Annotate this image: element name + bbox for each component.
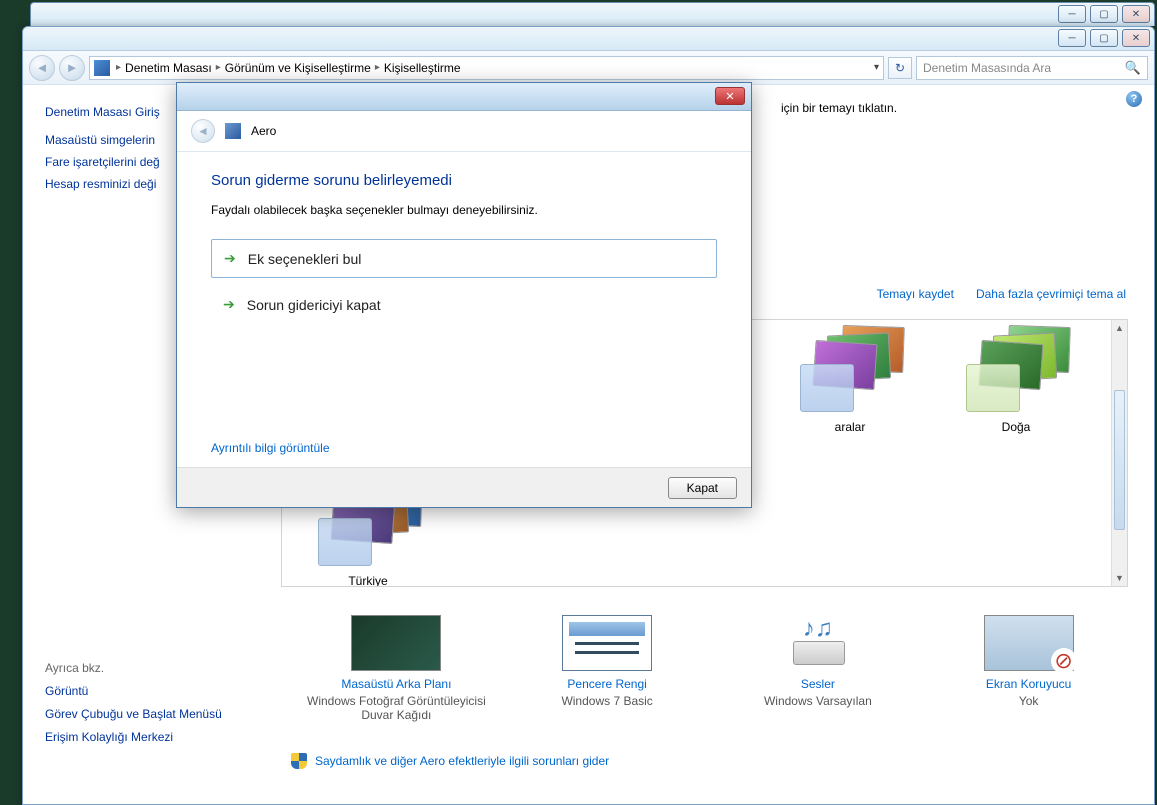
help-icon[interactable]: ? xyxy=(1126,91,1142,107)
screensaver-icon xyxy=(984,615,1074,671)
aero-troubleshooter-dialog: ✕ ◄ Aero Sorun giderme sorunu belirleyem… xyxy=(176,82,752,508)
theme-item-aralar[interactable]: aralar xyxy=(788,326,912,434)
more-themes-online-link[interactable]: Daha fazla çevrimiçi tema al xyxy=(976,287,1126,301)
search-placeholder: Denetim Masasında Ara xyxy=(923,61,1051,75)
theme-item-doga[interactable]: Doğa xyxy=(954,326,1078,434)
close-button[interactable]: ✕ xyxy=(1122,29,1150,47)
dialog-back-button[interactable]: ◄ xyxy=(191,119,215,143)
scroll-down-icon[interactable]: ▼ xyxy=(1112,570,1127,586)
window-color-icon xyxy=(562,615,652,671)
theme-thumbnail-icon xyxy=(962,326,1070,412)
close-troubleshooter-button[interactable]: ➔ Sorun gidericiyi kapat xyxy=(211,286,717,323)
breadcrumb[interactable]: ▸ Denetim Masası ▸ Görünüm ve Kişiselleş… xyxy=(89,56,884,80)
breadcrumb-seg-1[interactable]: Denetim Masası xyxy=(121,61,216,75)
tile-sub: Windows Fotoğraf Görüntüleyicisi Duvar K… xyxy=(291,694,501,722)
aero-app-icon xyxy=(225,123,241,139)
back-button[interactable]: ◄ xyxy=(29,55,55,81)
option-label: Ek seçenekleri bul xyxy=(248,251,362,267)
tile-link[interactable]: Pencere Rengi xyxy=(502,677,712,691)
find-additional-options-button[interactable]: ➔ Ek seçenekleri bul xyxy=(211,239,717,278)
chevron-down-icon[interactable]: ▾ xyxy=(874,62,879,73)
view-detailed-info-link[interactable]: Ayrıntılı bilgi görüntüle xyxy=(211,441,330,455)
tile-sub: Windows 7 Basic xyxy=(502,694,712,708)
shield-icon xyxy=(291,753,307,769)
forward-button[interactable]: ► xyxy=(59,55,85,81)
desktop-background-icon xyxy=(351,615,441,671)
window-titlebar[interactable]: ─ ▢ ✕ xyxy=(23,27,1154,51)
theme-label: Türkiye xyxy=(306,574,430,587)
breadcrumb-seg-3[interactable]: Kişiselleştirme xyxy=(380,61,465,75)
breadcrumb-seg-2[interactable]: Görünüm ve Kişiselleştirme xyxy=(221,61,375,75)
instruction-text: için bir temayı tıklatın. xyxy=(781,101,897,115)
dialog-close-button[interactable]: ✕ xyxy=(715,87,745,105)
arrow-right-icon: ➔ xyxy=(224,250,236,267)
desktop-background-tile[interactable]: Masaüstü Arka Planı Windows Fotoğraf Gör… xyxy=(291,615,501,722)
see-also-link[interactable]: Görev Çubuğu ve Başlat Menüsü xyxy=(45,707,241,721)
maximize-button[interactable]: ▢ xyxy=(1090,29,1118,47)
tile-link[interactable]: Sesler xyxy=(713,677,923,691)
dialog-heading: Sorun giderme sorunu belirleyemedi xyxy=(211,172,717,189)
dialog-subtext: Faydalı olabilecek başka seçenekler bulm… xyxy=(211,203,717,217)
see-also-link[interactable]: Görüntü xyxy=(45,684,241,698)
search-icon: 🔍 xyxy=(1125,60,1141,76)
dialog-app-name: Aero xyxy=(251,124,276,138)
navigation-bar: ◄ ► ▸ Denetim Masası ▸ Görünüm ve Kişise… xyxy=(23,51,1154,85)
control-panel-icon xyxy=(94,60,110,76)
aero-troubleshoot-link[interactable]: Saydamlık ve diğer Aero efektleriyle ilg… xyxy=(291,753,609,769)
bg-close-button[interactable]: ✕ xyxy=(1122,5,1150,23)
sounds-tile[interactable]: Sesler Windows Varsayılan xyxy=(713,615,923,722)
theme-label: Doğa xyxy=(954,420,1078,434)
bg-maximize-button[interactable]: ▢ xyxy=(1090,5,1118,23)
bg-minimize-button[interactable]: ─ xyxy=(1058,5,1086,23)
minimize-button[interactable]: ─ xyxy=(1058,29,1086,47)
close-dialog-button[interactable]: Kapat xyxy=(668,477,737,499)
scrollbar-thumb[interactable] xyxy=(1114,390,1125,530)
tile-sub: Yok xyxy=(924,694,1134,708)
screensaver-tile[interactable]: Ekran Koruyucu Yok xyxy=(924,615,1134,722)
background-window: ─ ▢ ✕ xyxy=(30,2,1155,26)
tile-link[interactable]: Ekran Koruyucu xyxy=(924,677,1134,691)
save-theme-link[interactable]: Temayı kaydet xyxy=(877,287,954,301)
tile-link[interactable]: Masaüstü Arka Planı xyxy=(291,677,501,691)
aero-troubleshoot-label: Saydamlık ve diğer Aero efektleriyle ilg… xyxy=(315,754,609,768)
theme-label: aralar xyxy=(788,420,912,434)
dialog-footer: Kapat xyxy=(177,467,751,507)
tile-sub: Windows Varsayılan xyxy=(713,694,923,708)
sounds-icon xyxy=(773,615,863,671)
scrollbar[interactable]: ▲ ▼ xyxy=(1111,320,1127,586)
option-label: Sorun gidericiyi kapat xyxy=(247,297,381,313)
arrow-right-icon: ➔ xyxy=(223,296,235,313)
window-color-tile[interactable]: Pencere Rengi Windows 7 Basic xyxy=(502,615,712,722)
dialog-titlebar[interactable]: ✕ xyxy=(177,83,751,111)
see-also-link[interactable]: Erişim Kolaylığı Merkezi xyxy=(45,730,241,744)
dialog-header: ◄ Aero xyxy=(177,111,751,152)
refresh-button[interactable]: ↻ xyxy=(888,57,912,79)
theme-thumbnail-icon xyxy=(796,326,904,412)
search-input[interactable]: Denetim Masasında Ara 🔍 xyxy=(916,56,1148,80)
see-also-header: Ayrıca bkz. xyxy=(45,661,241,675)
scroll-up-icon[interactable]: ▲ xyxy=(1112,320,1127,336)
